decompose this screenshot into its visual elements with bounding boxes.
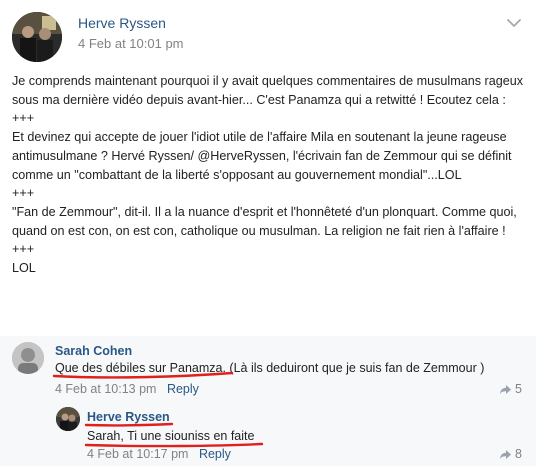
reply-meta: 4 Feb at 10:17 pm Reply (87, 447, 231, 461)
share-arrow-icon (500, 449, 512, 459)
reply-author-name[interactable]: Herve Ryssen (87, 410, 170, 424)
post-paragraph: Et devinez qui accepte de jouer l'idiot … (12, 130, 512, 182)
post-separator: +++ (12, 111, 35, 126)
reply-button[interactable]: Reply (167, 382, 199, 396)
reply-timestamp[interactable]: 4 Feb at 10:17 pm (87, 447, 188, 461)
post-text: Je comprends maintenant pourquoi il y av… (12, 72, 524, 278)
share-count[interactable]: 8 (499, 447, 522, 461)
author-avatar[interactable] (12, 12, 62, 62)
comment-meta: 4 Feb at 10:13 pm Reply (55, 382, 199, 396)
comment-text: Que des débiles sur Panamza. (Là ils ded… (55, 361, 485, 375)
post-separator: +++ (12, 186, 35, 201)
share-count[interactable]: 5 (499, 382, 522, 396)
share-arrow-icon (500, 384, 512, 394)
avatar-photo-icon (56, 407, 80, 431)
post-paragraph: LOL (12, 261, 36, 276)
reply-button[interactable]: Reply (199, 447, 231, 461)
chevron-down-icon[interactable] (506, 16, 522, 28)
comment-author-name[interactable]: Sarah Cohen (55, 344, 132, 358)
post-separator: +++ (12, 242, 35, 257)
post-timestamp[interactable]: 4 Feb at 10:01 pm (78, 36, 184, 51)
avatar-photo-icon (12, 12, 62, 62)
share-count-value: 8 (515, 447, 522, 461)
comment-avatar[interactable] (12, 342, 44, 374)
post-paragraph: Je comprends maintenant pourquoi il y av… (12, 74, 524, 107)
post-paragraph: "Fan de Zemmour", dit-il. Il a la nuance… (12, 204, 517, 238)
reply-text: Sarah, Ti une siouniss en faite (87, 429, 255, 443)
comments-section: Sarah Cohen Que des débiles sur Panamza.… (0, 336, 536, 466)
avatar-photo-icon (12, 342, 44, 374)
post-card: Herve Ryssen 4 Feb at 10:01 pm Je compre… (0, 0, 536, 336)
share-count-value: 5 (515, 382, 522, 396)
post-author-name[interactable]: Herve Ryssen (78, 15, 166, 31)
comment-timestamp[interactable]: 4 Feb at 10:13 pm (55, 382, 156, 396)
reply-avatar[interactable] (56, 407, 80, 431)
